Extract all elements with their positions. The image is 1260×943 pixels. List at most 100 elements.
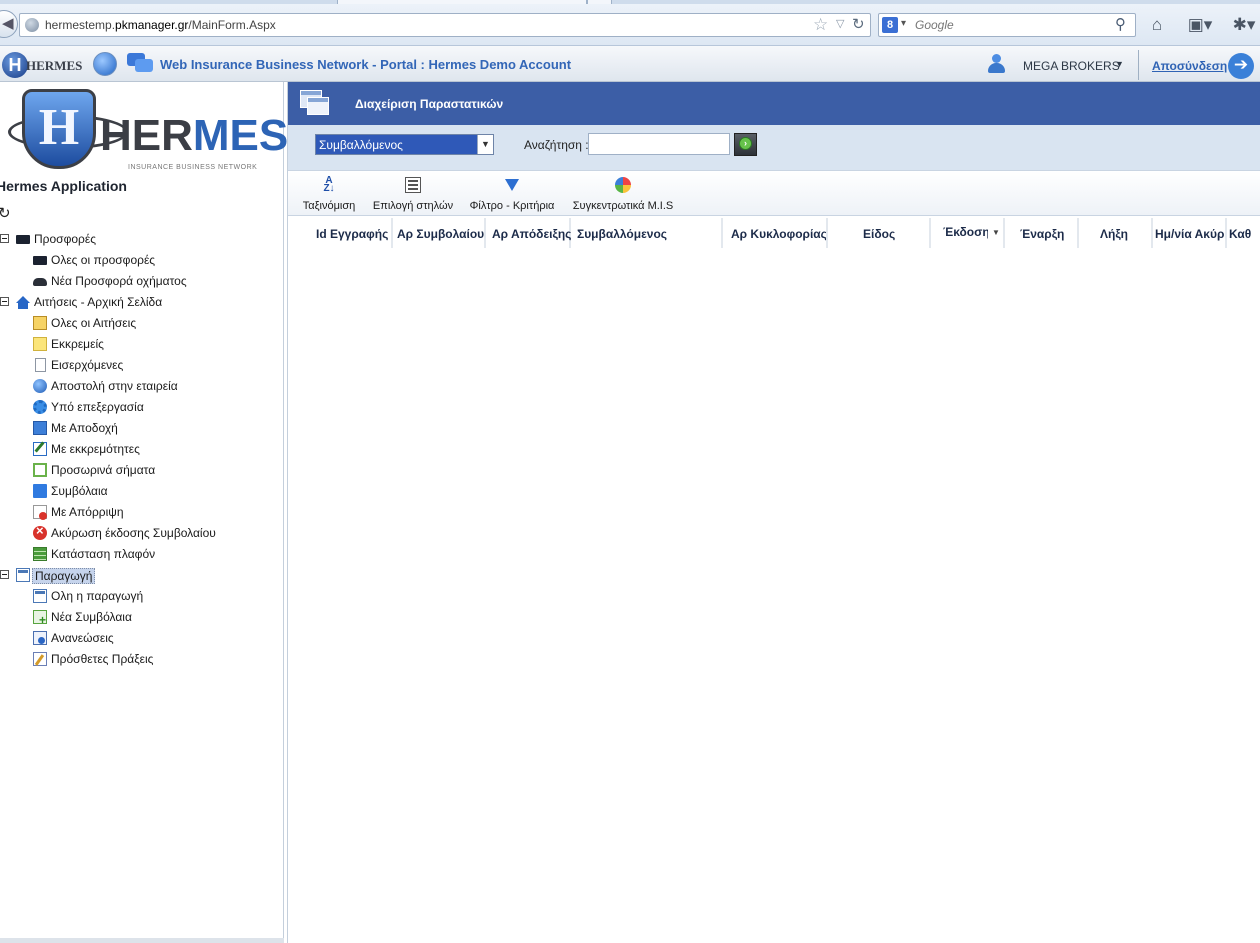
mis-label: Συγκεντρωτικά M.I.S [572, 200, 674, 212]
tree-item-in-process[interactable]: Υπό επεξεργασία [0, 398, 280, 418]
search-engine-dropdown-icon[interactable]: ▾ [901, 18, 906, 29]
tree-item-temp-signals[interactable]: Προσωρινά σήματα [0, 461, 280, 481]
column-title: Έκδοση [943, 225, 988, 239]
tree-item-new-vehicle-offer[interactable]: Νέα Προσφορά οχήματος [0, 272, 280, 292]
note-icon [33, 337, 47, 351]
home-icon [16, 296, 30, 309]
grid-toolbar: A Z↓ Ταξινόμιση Επιλογή στηλών Φίλτρο - Κ… [288, 170, 1260, 216]
column-header-plate-no[interactable]: Αρ Κυκλοφορίας [725, 218, 828, 248]
globe-icon[interactable] [93, 52, 117, 76]
search-label: Αναζήτηση : [524, 138, 589, 152]
column-header-type[interactable]: Είδος [830, 218, 931, 248]
tree-item-accepted[interactable]: Με Αποδοχή [0, 419, 280, 439]
filter-label: Φίλτρο - Κριτήρια [469, 200, 555, 212]
tree-item-renewals[interactable]: Ανανεώσεις [0, 629, 280, 649]
tree-item-contracts[interactable]: Συμβόλαια [0, 482, 280, 502]
portal-title: Web Insurance Business Network - Portal … [160, 57, 572, 72]
tree-item-sent-to-company[interactable]: Αποστολή στην εταιρεία [0, 377, 280, 397]
search-field-select[interactable]: Συμβαλλόμενος ▼ [315, 134, 494, 155]
logout-link[interactable]: Αποσύνδεση [1152, 59, 1227, 73]
broker-menu[interactable]: MEGA BROKERS [1023, 59, 1120, 73]
column-header-cancel-date[interactable]: Ημ/νία Ακύρ [1155, 218, 1227, 248]
url-bar[interactable]: hermestemp.pkmanager.gr/MainForm.Aspx ☆ … [19, 13, 871, 37]
new-tab-button[interactable] [587, 0, 612, 4]
addons-menu-icon[interactable]: ✱▾ [1228, 12, 1260, 38]
search-engine-icon[interactable]: 8 [882, 17, 898, 33]
go-arrow-icon: › [739, 137, 752, 150]
hermes-shield-icon: H [2, 52, 28, 78]
select-value: Συμβαλλόμενος [319, 138, 403, 152]
select-columns-button[interactable]: Επιλογή στηλών [371, 173, 455, 215]
production-icon [16, 568, 30, 582]
page-icon [35, 358, 46, 372]
logout-icon[interactable]: ➔ [1228, 53, 1254, 79]
browser-toolbar: ◀ hermestemp.pkmanager.gr/MainForm.Aspx … [0, 0, 1260, 46]
column-header-contractor[interactable]: Συμβαλλόμενος [573, 218, 723, 248]
column-header-status[interactable]: Καθ [1229, 218, 1260, 248]
column-title: Αρ Απόδειξης [492, 227, 571, 241]
hermes-mini-logo[interactable]: H HERMES [2, 52, 88, 78]
sidebar-scrollbar[interactable] [0, 938, 284, 943]
pie-chart-icon [615, 177, 631, 193]
tree-node-requests-home[interactable]: Αιτήσεις - Αρχική Σελίδα [0, 293, 280, 313]
bookmarks-menu-icon[interactable]: ▣▾ [1180, 12, 1220, 38]
collapse-icon[interactable] [0, 297, 9, 306]
tree-item-ceiling-status[interactable]: Κατάσταση πλαφόν [0, 545, 280, 565]
tree-item-new-contracts[interactable]: Νέα Συμβόλαια [0, 608, 280, 628]
tree-item-with-pending[interactable]: Με εκκρεμότητες [0, 440, 280, 460]
grid-body [288, 250, 1260, 943]
column-header-receipt-no[interactable]: Αρ Απόδειξης [488, 218, 571, 248]
column-header-start[interactable]: Έναρξη [1007, 218, 1079, 248]
tree-item-cancel-issue[interactable]: Ακύρωση έκδοσης Συμβολαίου [0, 523, 280, 544]
column-title: Λήξη [1100, 227, 1129, 241]
rejected-document-icon [33, 505, 47, 520]
tree-item-all-production[interactable]: Ολη η παραγωγή [0, 587, 280, 607]
mini-logo-text: HERMES [26, 58, 83, 73]
collapse-icon[interactable] [0, 570, 9, 579]
search-go-button[interactable]: › [734, 133, 757, 156]
mis-button[interactable]: Συγκεντρωτικά M.I.S [569, 173, 677, 215]
chevron-down-icon[interactable]: ▼ [1115, 59, 1124, 69]
production-icon [33, 589, 47, 603]
sort-button[interactable]: A Z↓ Ταξινόμιση [300, 173, 358, 215]
chat-icon[interactable] [127, 53, 153, 75]
sort-label: Ταξινόμιση [302, 200, 356, 212]
chevron-down-icon[interactable]: ▼ [477, 135, 493, 154]
tree-item-all-requests[interactable]: Ολες οι Αιτήσεις [0, 314, 280, 334]
tree-item-rejected[interactable]: Με Απόρριψη [0, 503, 280, 523]
url-text[interactable]: hermestemp.pkmanager.gr/MainForm.Aspx [45, 18, 276, 32]
header-divider [1138, 50, 1139, 80]
home-icon[interactable]: ⌂ [1144, 12, 1170, 38]
refresh-icon[interactable]: ↻ [0, 204, 11, 222]
tree-label: Αιτήσεις - Αρχική Σελίδα [34, 295, 163, 309]
additional-acts-icon [33, 652, 47, 666]
search-input[interactable] [588, 133, 730, 155]
logo-word: HERMES [100, 111, 289, 160]
back-button[interactable]: ◀ [0, 10, 18, 38]
tree-item-additional-acts[interactable]: Πρόσθετες Πράξεις [0, 650, 280, 670]
collapse-icon[interactable] [0, 234, 9, 243]
history-dropdown-icon[interactable]: ▽ [836, 17, 844, 30]
column-header-id[interactable]: Id Εγγραφής [310, 218, 393, 248]
tree-node-production[interactable]: Παραγωγή [0, 566, 280, 586]
folder-icon [16, 235, 30, 244]
cancel-icon [33, 523, 47, 540]
tree-label: Προσωρινά σήματα [51, 463, 156, 477]
column-title: Καθ [1229, 227, 1252, 241]
tree-item-incoming[interactable]: Εισερχόμενες [0, 356, 280, 376]
column-header-contract-no[interactable]: Αρ Συμβολαίου [395, 218, 486, 248]
filter-button[interactable]: Φίλτρο - Κριτήρια [468, 173, 556, 215]
reload-icon[interactable]: ↻ [852, 15, 865, 33]
tree-item-pending[interactable]: Εκκρεμείς [0, 335, 280, 355]
column-header-end[interactable]: Λήξη [1081, 218, 1153, 248]
search-icon[interactable]: ⚲ [1115, 15, 1126, 33]
clipboard-icon [33, 316, 47, 330]
bookmark-star-icon[interactable]: ☆ [813, 15, 828, 35]
tree-item-all-offers[interactable]: Ολες οι προσφορές [0, 251, 280, 271]
user-icon [988, 54, 1005, 74]
column-header-issue[interactable]: Έκδοση ▼ [933, 218, 1005, 248]
tree-node-offers[interactable]: Προσφορές [0, 230, 280, 250]
app-name: Hermes Application [0, 178, 127, 194]
browser-search-box[interactable]: 8 ▾ Google ⚲ [878, 13, 1136, 37]
browser-tab[interactable] [337, 0, 587, 4]
